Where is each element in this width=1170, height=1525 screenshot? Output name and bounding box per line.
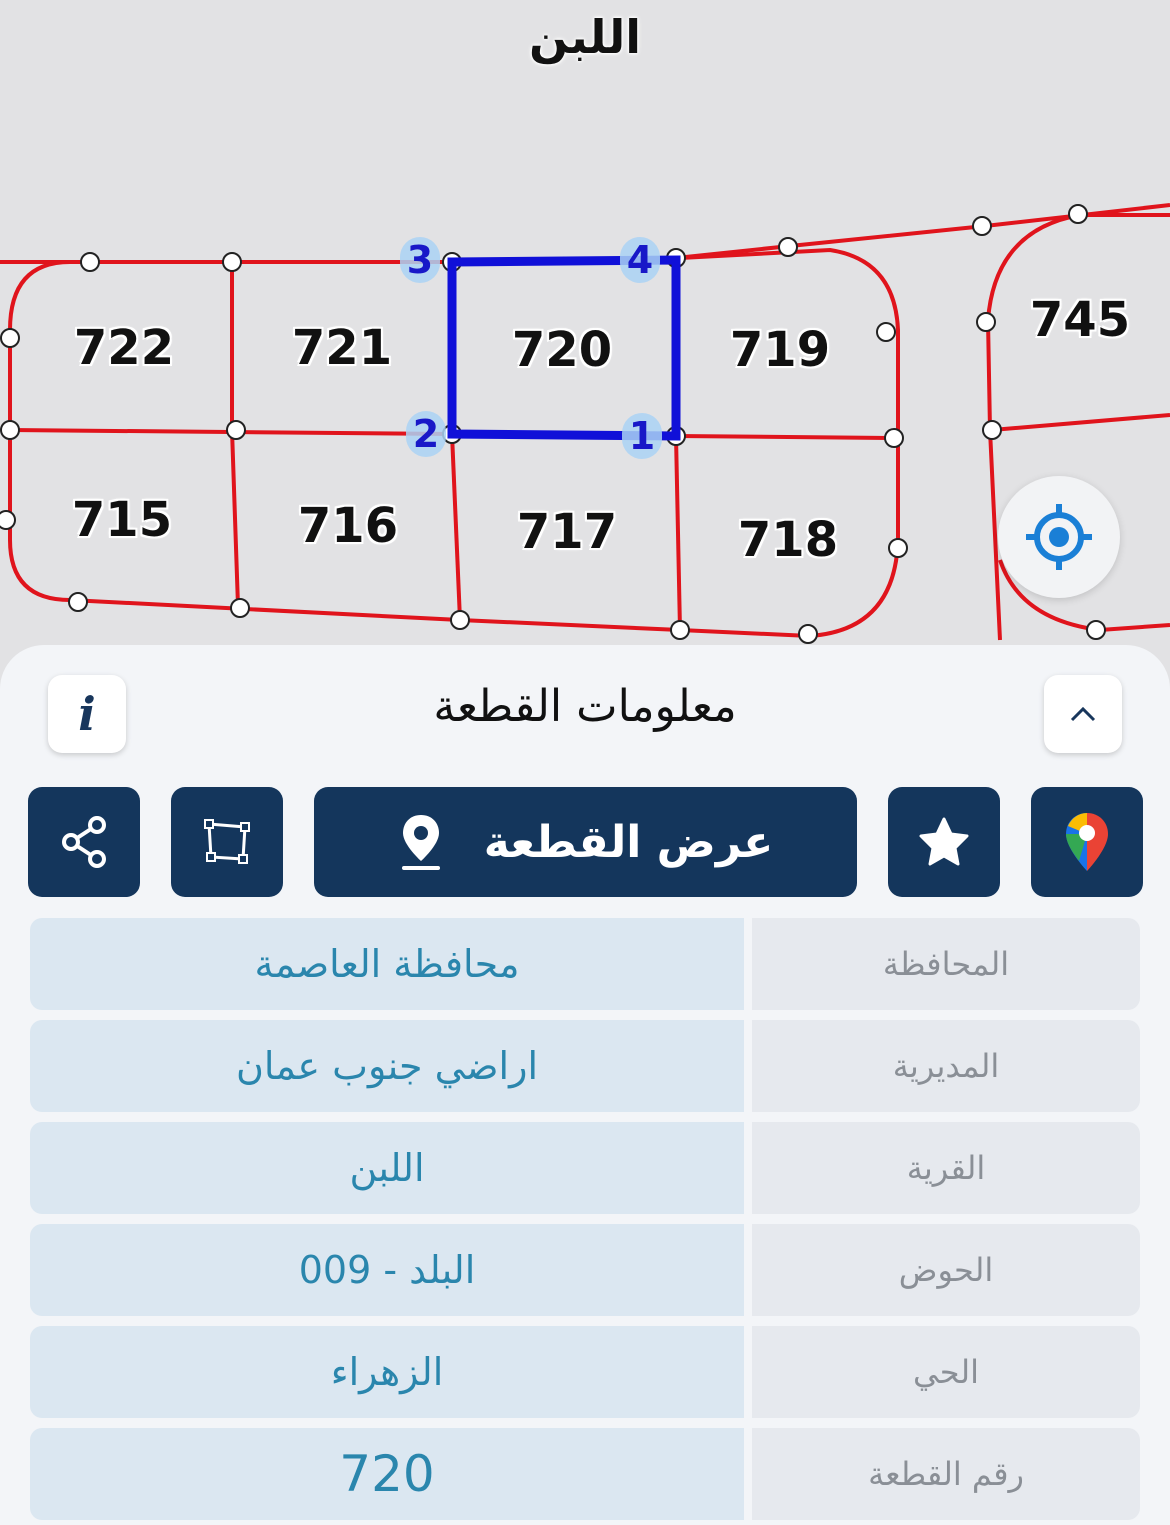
crosshair-icon: [1026, 504, 1092, 570]
plot-info-sheet: i معلومات القطعة عرض القطعة محافظة العاص…: [0, 645, 1170, 1525]
plot-label-715[interactable]: 715: [72, 492, 172, 548]
governorate-value: محافظة العاصمة: [30, 918, 744, 1010]
google-maps-icon: [1066, 813, 1108, 871]
info-row-basin: البلد - 009 الحوض: [30, 1224, 1140, 1316]
plot-number-label: رقم القطعة: [752, 1428, 1140, 1520]
share-icon: [62, 816, 106, 868]
basin-value: البلد - 009: [30, 1224, 744, 1316]
plot-label-719[interactable]: 719: [730, 322, 830, 378]
sheet-title: معلومات القطعة: [433, 681, 737, 732]
village-label: القرية: [752, 1122, 1140, 1214]
plot-label-720[interactable]: 720: [512, 322, 612, 378]
governorate-label: المحافظة: [752, 918, 1140, 1010]
directorate-value: اراضي جنوب عمان: [30, 1020, 744, 1112]
plot-label-717[interactable]: 717: [517, 504, 617, 560]
google-maps-button[interactable]: [1031, 787, 1143, 897]
my-location-button[interactable]: [998, 476, 1120, 598]
corner-label-3: 3: [400, 237, 440, 283]
show-plot-label: عرض القطعة: [483, 816, 774, 868]
plot-label-745[interactable]: 745: [1030, 292, 1130, 348]
plot-label-716[interactable]: 716: [298, 498, 398, 554]
favorite-button[interactable]: [888, 787, 1000, 897]
neighborhood-value: الزهراء: [30, 1326, 744, 1418]
chevron-up-icon: [1070, 706, 1096, 722]
show-plot-button[interactable]: عرض القطعة: [314, 787, 857, 897]
info-row-neighborhood: الزهراء الحي: [30, 1326, 1140, 1418]
plot-label-721[interactable]: 721: [292, 320, 392, 376]
info-row-plot-number: 720 رقم القطعة: [30, 1428, 1140, 1520]
plot-number-value: 720: [30, 1428, 744, 1520]
info-row-directorate: اراضي جنوب عمان المديرية: [30, 1020, 1140, 1112]
corner-label-2: 2: [406, 411, 446, 457]
directorate-label: المديرية: [752, 1020, 1140, 1112]
area-title: اللبن: [529, 10, 641, 64]
measure-area-button[interactable]: [171, 787, 283, 897]
plot-label-722[interactable]: 722: [74, 320, 174, 376]
corner-label-4: 4: [620, 237, 660, 283]
share-button[interactable]: [28, 787, 140, 897]
polygon-icon: [204, 819, 250, 864]
corner-label-1: 1: [622, 413, 662, 459]
star-badge-icon: [919, 817, 969, 866]
basin-label: الحوض: [752, 1224, 1140, 1316]
neighborhood-label: الحي: [752, 1326, 1140, 1418]
info-row-governorate: محافظة العاصمة المحافظة: [30, 918, 1140, 1010]
sheet-header: i معلومات القطعة: [0, 675, 1170, 755]
village-value: اللبن: [30, 1122, 744, 1214]
collapse-button[interactable]: [1044, 675, 1122, 753]
map-view[interactable]: اللبن 722 721 720 719 745 715 716 717 71…: [0, 0, 1170, 660]
plot-label-718[interactable]: 718: [738, 512, 838, 568]
info-row-village: اللبن القرية: [30, 1122, 1140, 1214]
map-pin-icon: [401, 815, 440, 870]
